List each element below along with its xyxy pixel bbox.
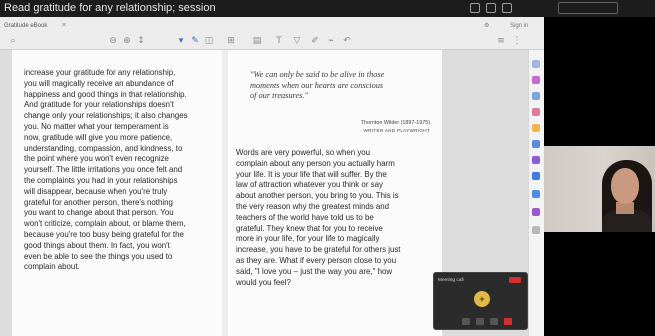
- participant-face: [611, 168, 639, 204]
- apps-panel-icon[interactable]: [532, 140, 540, 148]
- text-line: won't criticize, complain about, or blam…: [24, 219, 186, 229]
- text-line: understanding, compassion, and kindness,…: [24, 143, 183, 153]
- text-line: good things about them. In fact, you won…: [24, 240, 170, 250]
- maximize-button[interactable]: [486, 3, 496, 13]
- text-line: more in your life, for your life to magi…: [236, 234, 380, 244]
- minimize-button[interactable]: [470, 3, 480, 13]
- quote-line: "We can only be said to be alive in thos…: [250, 70, 385, 79]
- onenote-panel-icon[interactable]: [532, 208, 540, 216]
- text-line: as they are. What if every person close …: [236, 255, 397, 265]
- search-icon[interactable]: ⌕: [8, 36, 18, 46]
- page-nav-icon[interactable]: ↕: [136, 36, 146, 46]
- text-line: grateful. They knew that for you to rece…: [236, 223, 383, 233]
- zoom-in-icon[interactable]: ⊕: [122, 36, 132, 46]
- text-line: grateful for another person, there's not…: [24, 197, 173, 207]
- text-line: your life. It is your life that will suf…: [236, 169, 387, 179]
- pdf-toolbar: ⌕ ⊖ ⊕ ↕ ▾ ✎ ◫ ⊞ ▤ T ▽ ✐ ⌁ ↶ ≡ ⋮: [0, 33, 544, 49]
- search-panel-icon[interactable]: [532, 60, 540, 68]
- tab-close-icon[interactable]: ×: [62, 21, 66, 31]
- filter-icon[interactable]: ▽: [292, 36, 302, 46]
- sign-in-link[interactable]: Sign in: [510, 21, 528, 31]
- text-icon[interactable]: T: [274, 36, 284, 46]
- bookmark-panel-icon[interactable]: [532, 76, 540, 84]
- epigraph-quote: "We can only be said to be alive in thos…: [250, 70, 430, 102]
- video-button[interactable]: [476, 318, 484, 325]
- recording-indicator: [509, 277, 521, 283]
- text-line: would you feel?: [236, 277, 291, 287]
- link-icon[interactable]: ⌁: [326, 36, 336, 46]
- participant-video[interactable]: [544, 146, 655, 232]
- settings-icon[interactable]: ⚙: [484, 21, 489, 31]
- undo-icon[interactable]: ↶: [342, 36, 352, 46]
- close-button[interactable]: [502, 3, 512, 13]
- text-line: the very reason why the greatest minds a…: [236, 201, 390, 211]
- select-tool-icon[interactable]: ▾: [176, 36, 186, 46]
- quote-line: moments when our hearts are conscious: [250, 80, 384, 90]
- sidebar-toggle-icon[interactable]: ≡: [496, 36, 506, 46]
- left-column-text: increase your gratitude for any relation…: [24, 68, 224, 273]
- highlight-icon[interactable]: ▤: [252, 36, 262, 46]
- share-panel-icon[interactable]: [532, 124, 540, 132]
- text-line: you. No matter what your temperament is: [24, 121, 169, 131]
- text-line: complain about.: [24, 262, 80, 272]
- text-line: because you're too busy being grateful f…: [24, 229, 184, 239]
- text-line: teachers of the world have told us to be: [236, 212, 374, 222]
- meeting-control-button[interactable]: [558, 2, 618, 14]
- text-line: happiness and good things in that relati…: [24, 89, 187, 99]
- text-line: you want to change about that person. Yo…: [24, 208, 174, 218]
- more-options-icon[interactable]: ⋮: [512, 36, 522, 46]
- text-line: And gratitude for your relationships doe…: [24, 100, 174, 110]
- draw-icon[interactable]: ✐: [310, 36, 320, 46]
- tab-document[interactable]: Gratitude eBook: [4, 21, 68, 31]
- text-line: change only your relationships; it also …: [24, 111, 188, 121]
- browser-chrome: Gratitude eBook × Sign in ⚙ ⌕ ⊖ ⊕ ↕ ▾ ✎ …: [0, 17, 544, 50]
- text-line: yourself. The little irritations you onc…: [24, 165, 183, 175]
- text-line: increase your gratitude for any relation…: [24, 68, 176, 77]
- quote-attribution: Thornton Wilder (1897-1975) WRITER AND P…: [300, 119, 430, 135]
- office-panel-icon[interactable]: [532, 156, 540, 164]
- window-titlebar: Read gratitude for any relationship; ses…: [0, 0, 655, 17]
- text-line: the point where you won't even recognize: [24, 154, 169, 164]
- comment-panel-icon[interactable]: [532, 92, 540, 100]
- text-line: Words are very powerful, so when you: [236, 148, 371, 157]
- view-icon[interactable]: ◫: [204, 36, 214, 46]
- add-panel-icon[interactable]: [532, 226, 540, 234]
- quote-line: of our treasures.": [250, 91, 308, 100]
- quote-author: Thornton Wilder (1897-1975): [360, 120, 430, 126]
- outlook-panel-icon[interactable]: [532, 172, 540, 180]
- text-line: the complaints you had in your relations…: [24, 175, 178, 185]
- todo-panel-icon[interactable]: [532, 190, 540, 198]
- window-title: Read gratitude for any relationship; ses…: [4, 2, 216, 14]
- annotate-icon[interactable]: ✎: [190, 36, 200, 46]
- text-line: law of attraction whatever you think or …: [236, 180, 383, 190]
- text-line: said, "I love you – just the way you are…: [236, 266, 393, 276]
- text-line: now, gratitude will give you more patien…: [24, 132, 173, 142]
- text-line: will disappear, because when you're trul…: [24, 186, 168, 196]
- text-line: you will magically receive an abundance …: [24, 78, 174, 88]
- zoom-out-icon[interactable]: ⊖: [108, 36, 118, 46]
- mute-button[interactable]: [462, 318, 470, 325]
- share-screen-button[interactable]: [490, 318, 498, 325]
- text-line: complain about any person you actually h…: [236, 158, 395, 168]
- quote-author-role: WRITER AND PLAYWRIGHT: [363, 128, 430, 133]
- right-column-text: Words are very powerful, so when you com…: [236, 148, 438, 288]
- end-call-button[interactable]: [504, 318, 512, 325]
- tools-panel-icon[interactable]: [532, 108, 540, 116]
- layout-icon[interactable]: ⊞: [226, 36, 236, 46]
- text-line: increase, you have to be grateful for ot…: [236, 245, 401, 255]
- text-line: even be able to see the things you used …: [24, 251, 173, 261]
- text-line: about another person, you bring to you. …: [236, 191, 399, 201]
- caller-avatar: +: [474, 291, 490, 307]
